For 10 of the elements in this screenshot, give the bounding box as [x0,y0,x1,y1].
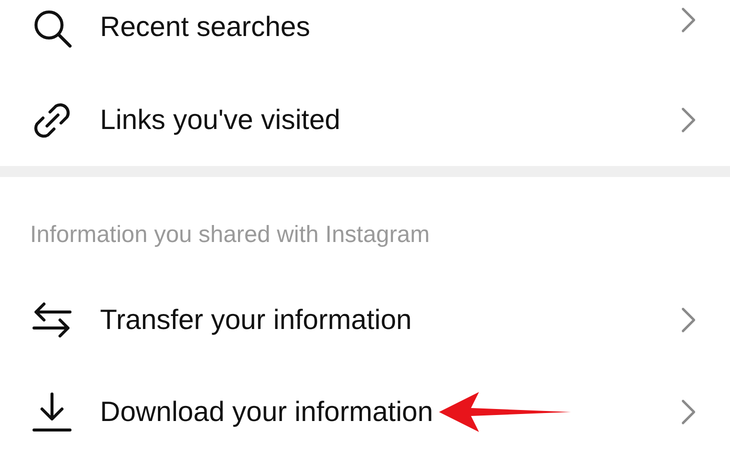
menu-item[interactable]: Transfer your information [0,274,730,366]
menu-item[interactable]: Recent searches [0,0,730,74]
menu-item[interactable]: Download your information [0,366,730,450]
section-header: Information you shared with Instagram [30,221,430,247]
menu-item-label: Links you've visited [100,103,340,137]
menu-item-label: Recent searches [100,10,310,44]
menu-item[interactable]: Links you've visited [0,74,730,166]
menu-item-label: Download your information [100,395,434,429]
menu-item-label: Transfer your information [100,303,412,337]
download-icon [30,390,74,434]
